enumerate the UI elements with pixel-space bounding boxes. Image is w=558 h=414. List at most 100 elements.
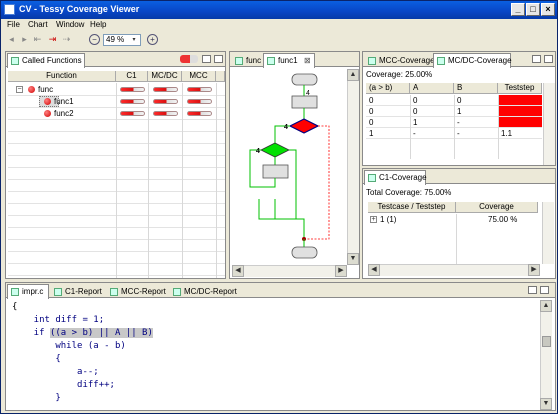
flowchart-canvas: 4 4 4 [232, 69, 345, 265]
mcdc-vscroll[interactable] [543, 83, 555, 165]
flow-edge-uncovered [304, 125, 330, 240]
flow-edge [274, 199, 305, 239]
col-a[interactable]: A [410, 83, 454, 94]
minimize-panel-icon[interactable] [202, 55, 211, 63]
forward-icon[interactable]: ▸ [19, 34, 30, 45]
code-line: while (a - b) [12, 341, 126, 351]
title-bar[interactable]: CV - Tessy Coverage Viewer _ □ × [1, 1, 557, 19]
col-coverage[interactable]: Coverage [456, 202, 538, 213]
scroll-thumb[interactable] [542, 336, 551, 347]
scroll-down-icon[interactable]: ▼ [540, 398, 552, 410]
teststep-uncovered-cell [498, 117, 542, 127]
coverage-bar-c1 [120, 87, 145, 92]
menu-window[interactable]: Window [56, 20, 84, 29]
mcdc-coverage-panel: MCC-Coverage MC/DC-Coverage Coverage: 25… [362, 51, 556, 166]
tab-mcdc-coverage[interactable]: MC/DC-Coverage [433, 53, 512, 68]
maximize-panel-icon[interactable] [544, 55, 553, 63]
minimize-panel-icon[interactable] [528, 286, 537, 294]
mcdc-cell: 1 [457, 107, 462, 116]
decision-node-covered[interactable] [260, 142, 290, 158]
collapse-icon[interactable]: − [16, 86, 23, 93]
col-teststep[interactable]: Teststep [498, 83, 542, 94]
previous-uncovered-icon[interactable]: ⇤ [32, 34, 43, 45]
tab-mcdc-report[interactable]: MC/DC-Report [169, 284, 237, 298]
source-editor-panel: impr.c C1-Report MCC-Report MC/DC-Report… [5, 282, 556, 411]
edge-label: 4 [306, 90, 310, 97]
mcdc-cell: 1.1 [501, 129, 513, 138]
code-line: { [12, 302, 18, 312]
zoom-dropdown-icon[interactable]: ▾ [130, 35, 138, 44]
maximize-panel-icon[interactable] [214, 55, 223, 63]
col-filler [216, 71, 225, 82]
menu-file[interactable]: File [7, 20, 20, 29]
close-tab-icon[interactable]: ⊠ [304, 56, 311, 65]
tab-mcc-report[interactable]: MCC-Report [106, 284, 168, 298]
col-mcdc[interactable]: MC/DC [148, 71, 182, 82]
end-node[interactable] [291, 246, 318, 259]
function-name[interactable]: func1 [54, 97, 74, 106]
menu-help[interactable]: Help [90, 20, 106, 29]
menu-chart[interactable]: Chart [28, 20, 48, 29]
col-function[interactable]: Function [8, 71, 116, 82]
tab-c1-coverage[interactable]: C1-Coverage [364, 170, 427, 185]
tab-func[interactable]: func [231, 53, 261, 67]
flowchart-icon [235, 57, 243, 65]
coverage-bar-c1 [120, 99, 145, 104]
tab-c1-report[interactable]: C1-Report [50, 284, 105, 298]
col-b[interactable]: B [454, 83, 498, 94]
flowchart-hscroll[interactable]: ◀ ▶ [232, 265, 347, 277]
function-name[interactable]: func2 [54, 109, 74, 118]
code-area[interactable]: { int diff = 1; if ((a > b) || A || B) w… [8, 300, 538, 410]
tab-impr-c[interactable]: impr.c [7, 284, 49, 299]
flow-edge [258, 149, 297, 220]
tab-func1[interactable]: func1 ⊠ [263, 53, 315, 68]
window-title: CV - Tessy Coverage Viewer [19, 4, 140, 14]
col-divider [454, 95, 455, 159]
tab-mcc-coverage[interactable]: MCC-Coverage [364, 53, 435, 67]
scroll-right-icon[interactable]: ▶ [528, 264, 540, 276]
highlighted-condition[interactable]: ((a > b) || A || B) [49, 328, 153, 338]
scroll-left-icon[interactable]: ◀ [368, 264, 380, 276]
edge-label: 4 [284, 124, 288, 131]
scroll-left-icon[interactable]: ◀ [232, 265, 244, 277]
scroll-up-icon[interactable]: ▲ [540, 300, 552, 312]
coverage-bar-c1 [120, 111, 145, 116]
mcdc-coverage-summary: Coverage: 25.00% [366, 70, 433, 79]
maximize-button[interactable]: □ [526, 3, 540, 16]
statement-node[interactable] [291, 95, 318, 109]
c1-hscroll[interactable]: ◀ ▶ [368, 264, 540, 276]
flowchart-vscroll[interactable]: ▲ ▼ [347, 69, 359, 265]
coverage-icon [437, 57, 445, 65]
col-condition[interactable]: (a > b) [366, 83, 410, 94]
col-mcc[interactable]: MCC [182, 71, 216, 82]
zoom-out-icon[interactable]: − [89, 34, 100, 45]
expand-icon[interactable]: + [370, 216, 377, 223]
scroll-down-icon[interactable]: ▼ [347, 253, 359, 265]
zoom-in-icon[interactable]: + [147, 34, 158, 45]
loop-body-node[interactable] [262, 164, 289, 179]
back-icon[interactable]: ◂ [6, 34, 17, 45]
mcdc-cell: 0 [413, 107, 418, 116]
start-node[interactable] [291, 73, 318, 86]
close-button[interactable]: × [541, 3, 555, 16]
scroll-right-icon[interactable]: ▶ [335, 265, 347, 277]
mcdc-cell: - [413, 129, 416, 138]
decision-node-uncovered[interactable] [288, 118, 320, 134]
mcdc-cell: - [457, 118, 460, 127]
maximize-panel-icon[interactable] [540, 286, 549, 294]
testcase-name[interactable]: 1 (1) [380, 215, 396, 224]
tab-called-functions[interactable]: Called Functions [7, 53, 85, 68]
code-keyword-if: if [12, 328, 50, 338]
c1-vscroll[interactable] [542, 202, 554, 264]
teststep-uncovered-cell [498, 95, 542, 105]
scroll-up-icon[interactable]: ▲ [347, 69, 359, 81]
col-c1[interactable]: C1 [116, 71, 148, 82]
editor-vscroll[interactable]: ▲ ▼ [540, 300, 552, 410]
col-testcase[interactable]: Testcase / Teststep [368, 202, 456, 213]
function-name[interactable]: func [38, 85, 53, 94]
minimize-panel-icon[interactable] [532, 55, 541, 63]
mcdc-cell: 0 [413, 96, 418, 105]
next-uncovered-icon[interactable]: ⇥ [47, 34, 58, 45]
minimize-button[interactable]: _ [511, 3, 525, 16]
navigate-icon[interactable]: ⇢ [61, 34, 72, 45]
